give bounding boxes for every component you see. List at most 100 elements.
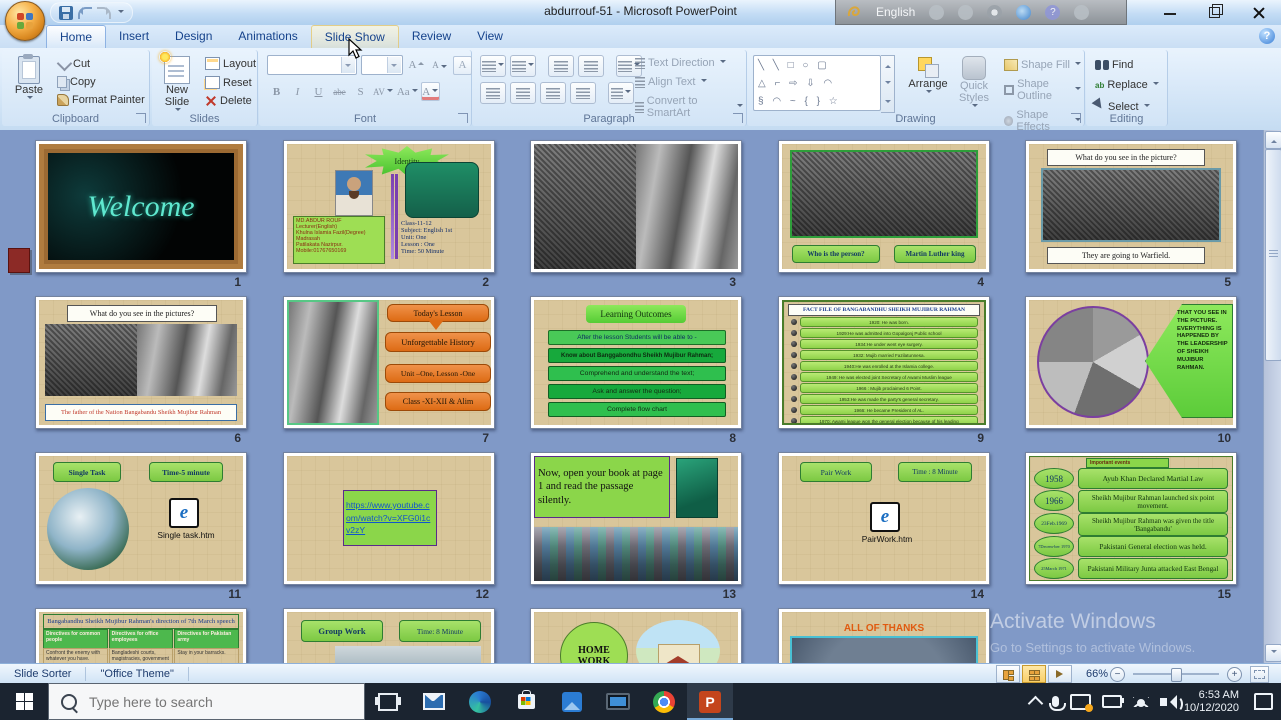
slide-thumbnail-2[interactable]: Identity MD.ABDUR ROUF Lecturer(English)… bbox=[283, 140, 495, 289]
font-name-combobox[interactable] bbox=[267, 55, 357, 75]
slide-thumbnail-14[interactable]: Pair Work Time : 8 Minute e PairWork.htm… bbox=[778, 452, 990, 601]
slide-thumbnail-4[interactable]: Who is the person? Martin Luther king 4 bbox=[778, 140, 990, 289]
zoom-in-button[interactable]: + bbox=[1227, 666, 1242, 682]
microphone-icon[interactable] bbox=[1048, 696, 1066, 711]
tab-view[interactable]: View bbox=[464, 25, 516, 48]
tab-insert[interactable]: Insert bbox=[106, 25, 162, 48]
clipboard-dialog-launcher[interactable] bbox=[136, 113, 146, 123]
shrink-font-button[interactable]: A bbox=[430, 56, 449, 75]
minimize-button[interactable] bbox=[1149, 0, 1193, 25]
youtube-link[interactable]: https://www.youtube.com/watch?v=XFG0i1cv… bbox=[346, 499, 434, 538]
slide-show-view-button[interactable] bbox=[1047, 665, 1072, 683]
restore-button[interactable] bbox=[1193, 0, 1237, 25]
numbering-button[interactable] bbox=[510, 55, 536, 77]
close-button[interactable] bbox=[1237, 0, 1281, 25]
slide-thumbnail-17[interactable]: Group Work Time: 8 Minute bbox=[283, 608, 495, 663]
copy-button[interactable]: Copy bbox=[54, 75, 148, 89]
shape-fill-button[interactable]: Shape Fill bbox=[1001, 58, 1084, 72]
drawing-dialog-launcher[interactable] bbox=[1071, 113, 1081, 123]
replace-button[interactable]: ab Replace bbox=[1092, 78, 1162, 92]
paragraph-dialog-launcher[interactable] bbox=[733, 113, 743, 123]
strikethrough-button[interactable]: abe bbox=[330, 82, 349, 101]
photos-app-button[interactable] bbox=[549, 683, 595, 720]
pc-app-button[interactable] bbox=[595, 683, 641, 720]
zoom-slider[interactable] bbox=[1133, 668, 1219, 682]
format-painter-button[interactable]: Format Painter bbox=[54, 93, 148, 107]
decrease-indent-button[interactable] bbox=[548, 55, 574, 77]
slide-thumbnail-16[interactable]: Bangabandhu Sheikh Mujibur Rahman's dire… bbox=[35, 608, 247, 663]
action-center-icon[interactable] bbox=[1254, 693, 1273, 710]
slide-thumbnail-12[interactable]: https://www.youtube.com/watch?v=XFG0i1cv… bbox=[283, 452, 495, 601]
text-shadow-button[interactable]: S bbox=[351, 82, 370, 101]
tab-animations[interactable]: Animations bbox=[225, 25, 310, 48]
scrollbar-thumb[interactable] bbox=[1265, 149, 1281, 361]
align-right-button[interactable] bbox=[540, 82, 566, 104]
zoom-out-button[interactable]: − bbox=[1110, 666, 1125, 682]
normal-view-button[interactable] bbox=[995, 665, 1020, 683]
bullets-button[interactable] bbox=[480, 55, 506, 77]
language-label[interactable]: English bbox=[876, 5, 915, 19]
mouse-icon[interactable] bbox=[958, 4, 974, 20]
fit-to-window-button[interactable] bbox=[1250, 665, 1269, 683]
shape-outline-button[interactable]: Shape Outline bbox=[1001, 77, 1084, 103]
slide-thumbnail-9[interactable]: FACT FILE OF BANGABANDHU SHEIKH MUJIBUR … bbox=[778, 296, 990, 445]
arrange-button[interactable]: Arrange bbox=[905, 56, 951, 96]
browser-icon[interactable] bbox=[1016, 4, 1032, 20]
font-color-button[interactable]: A bbox=[420, 82, 440, 101]
columns-button[interactable] bbox=[608, 82, 634, 104]
font-size-combobox[interactable] bbox=[361, 55, 403, 75]
start-button[interactable] bbox=[0, 683, 48, 720]
slide-thumbnail-6[interactable]: What do you see in the pictures? The fat… bbox=[35, 296, 247, 445]
undo-icon[interactable] bbox=[78, 6, 92, 19]
tab-review[interactable]: Review bbox=[399, 25, 464, 48]
align-text-button[interactable]: Align Text bbox=[632, 75, 746, 89]
align-left-button[interactable] bbox=[480, 82, 506, 104]
chrome-app-button[interactable] bbox=[641, 683, 687, 720]
font-dialog-launcher[interactable] bbox=[458, 113, 468, 123]
search-input[interactable] bbox=[87, 692, 331, 711]
tray-expand-icon[interactable] bbox=[1027, 695, 1044, 712]
edge-app-button[interactable] bbox=[457, 683, 503, 720]
volume-icon[interactable] bbox=[1159, 694, 1183, 712]
slide-thumbnail-19[interactable]: ALL OF THANKS bbox=[778, 608, 990, 663]
slide-thumbnail-3[interactable]: 3 bbox=[530, 140, 742, 289]
increase-indent-button[interactable] bbox=[578, 55, 604, 77]
slide-thumbnail-7[interactable]: Today's Lesson Unforgettable History Uni… bbox=[283, 296, 495, 445]
office-button[interactable] bbox=[5, 1, 45, 41]
paste-button[interactable]: Paste bbox=[6, 54, 52, 102]
task-view-button[interactable] bbox=[365, 683, 411, 720]
align-center-button[interactable] bbox=[510, 82, 536, 104]
powerpoint-app-button[interactable]: P bbox=[687, 683, 733, 720]
slide-thumbnail-10[interactable]: THAT YOU SEE IN THE PICTURE. EVERYTHING … bbox=[1025, 296, 1237, 445]
clear-formatting-button[interactable]: A bbox=[453, 55, 472, 75]
save-icon[interactable] bbox=[59, 5, 73, 20]
taskbar-search[interactable] bbox=[48, 683, 365, 720]
slide-thumbnail-5[interactable]: What do you see in the picture? They are… bbox=[1025, 140, 1237, 289]
theme-label[interactable]: "Office Theme" bbox=[86, 667, 189, 681]
underline-button[interactable]: U bbox=[309, 82, 328, 101]
change-case-button[interactable]: Aa bbox=[396, 82, 419, 101]
slide-thumbnail-18[interactable]: HOME WORK bbox=[530, 608, 742, 663]
grow-font-button[interactable]: A bbox=[407, 56, 426, 75]
tab-home[interactable]: Home bbox=[46, 25, 107, 48]
slide-sorter-canvas[interactable]: Welcome 1 Identity MD.ABDUR ROUF Lecture… bbox=[0, 130, 1281, 663]
display-notification-icon[interactable] bbox=[1069, 693, 1093, 712]
scroll-up-button[interactable] bbox=[1265, 131, 1281, 149]
character-spacing-button[interactable]: AV bbox=[372, 82, 394, 101]
slide-thumbnail-1[interactable]: Welcome 1 bbox=[35, 140, 247, 289]
vertical-scrollbar[interactable] bbox=[1263, 130, 1281, 663]
quick-styles-button[interactable]: Quick Styles bbox=[951, 56, 997, 110]
taskbar-clock[interactable]: 6:53 AM 10/12/2020 bbox=[1184, 689, 1239, 715]
wifi-icon[interactable] bbox=[1132, 696, 1149, 707]
ie-file-icon[interactable]: e bbox=[870, 502, 900, 532]
avro-keyboard-icon[interactable] bbox=[846, 4, 862, 20]
help-icon[interactable]: ? bbox=[1045, 4, 1061, 20]
keyboard-icon[interactable] bbox=[929, 4, 945, 20]
ribbon-help-icon[interactable]: ? bbox=[1259, 28, 1275, 44]
view-mode-label[interactable]: Slide Sorter bbox=[0, 667, 87, 681]
gear-icon[interactable] bbox=[987, 4, 1003, 20]
slide-thumbnail-15[interactable]: Important events 1958 Ayub Khan Declared… bbox=[1025, 452, 1237, 601]
text-direction-button[interactable]: Text Direction bbox=[632, 56, 746, 70]
scroll-down-button[interactable] bbox=[1265, 644, 1281, 662]
zoom-slider-thumb[interactable] bbox=[1171, 668, 1182, 682]
